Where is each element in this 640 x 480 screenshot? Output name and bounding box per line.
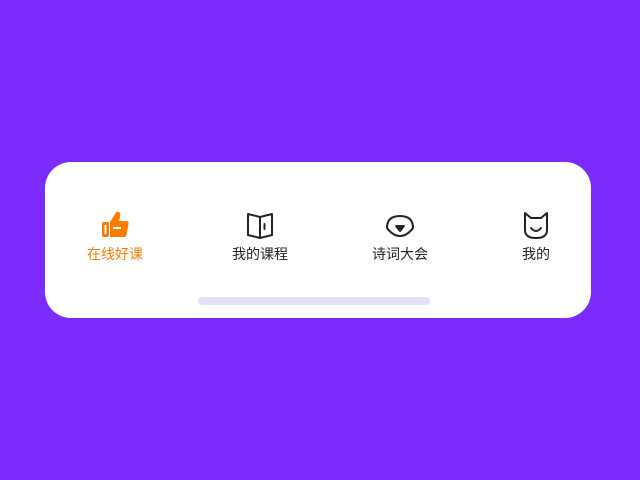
tab-label-poetry-contest: 诗词大会	[372, 247, 428, 263]
tab-poetry-contest[interactable]: 诗词大会	[345, 208, 455, 268]
tab-online-courses[interactable]: 在线好课	[60, 208, 170, 268]
tab-label-profile: 我的	[522, 247, 550, 263]
chat-bubble-icon	[383, 208, 417, 242]
tab-label-my-courses: 我的课程	[232, 247, 288, 263]
tab-label-online-courses: 在线好课	[87, 247, 143, 263]
tab-profile[interactable]: 我的	[481, 208, 591, 268]
tab-my-courses[interactable]: 我的课程	[205, 208, 315, 268]
book-icon	[243, 208, 277, 242]
bottom-tab-bar: 在线好课 我的课程 诗词大会 我的	[45, 162, 591, 318]
cat-face-icon	[519, 208, 553, 242]
thumbs-up-icon	[98, 208, 132, 242]
home-indicator[interactable]	[198, 297, 430, 305]
